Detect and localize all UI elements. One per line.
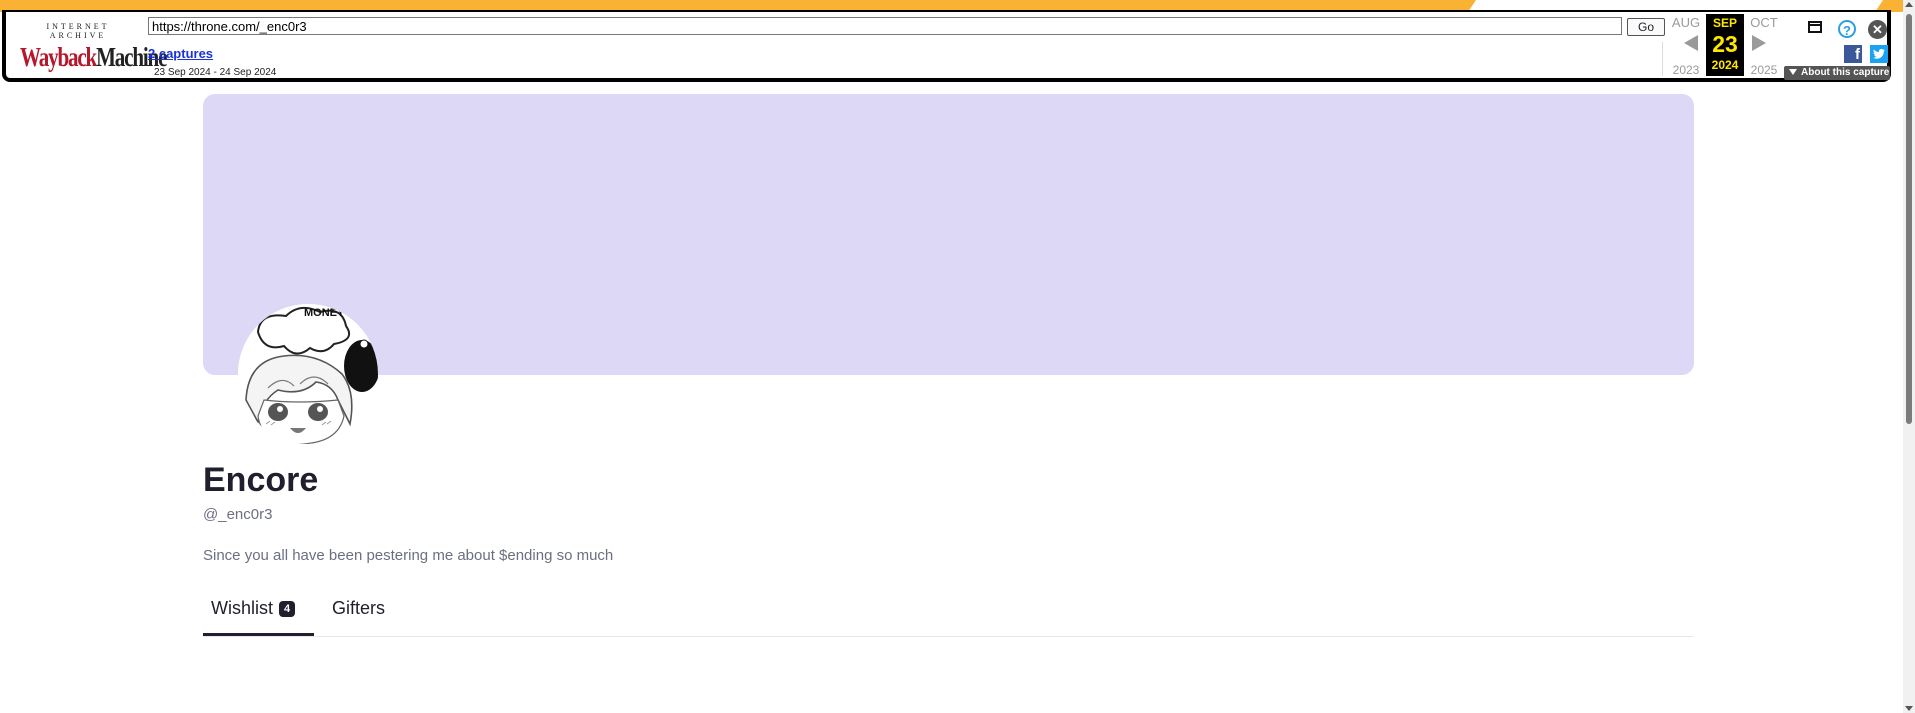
page-scrollbar[interactable] — [1903, 0, 1915, 713]
tab-wishlist[interactable]: Wishlist 4 — [211, 598, 295, 619]
twitter-bird-glyph — [1873, 48, 1885, 59]
wishlist-count-badge: 4 — [279, 601, 295, 617]
profile-banner — [203, 94, 1694, 375]
prev-month-label: AUG — [1671, 15, 1701, 30]
current-day-label: 23 — [1712, 31, 1738, 57]
scroll-up-arrow-icon[interactable] — [1905, 2, 1913, 7]
next-year-label[interactable]: 2025 — [1744, 63, 1784, 77]
tab-wishlist-label: Wishlist — [211, 598, 273, 618]
avatar-drawing: MONEY — [238, 304, 378, 444]
avatar: MONEY — [238, 304, 378, 444]
about-capture-label: About this capture — [1801, 67, 1890, 78]
capture-date-range: 23 Sep 2024 - 24 Sep 2024 — [154, 67, 277, 78]
profile-name: Encore — [203, 461, 319, 499]
wayback-url-input[interactable] — [148, 17, 1622, 35]
captures-link[interactable]: 2 captures — [148, 46, 213, 61]
next-month-label: OCT — [1750, 15, 1778, 30]
tab-gifters[interactable]: Gifters — [332, 598, 385, 619]
current-year-label: 2024 — [1711, 58, 1739, 72]
logo-wayback-machine: WaybackMachine — [20, 42, 167, 72]
active-tab-indicator — [203, 633, 314, 636]
current-month-label: SEP — [1712, 16, 1737, 30]
wayback-go-button[interactable]: Go — [1627, 18, 1665, 36]
wayback-logo[interactable]: INTERNET ARCHIVE WaybackMachine — [20, 22, 167, 74]
prev-year-label[interactable]: 2023 — [1666, 63, 1706, 77]
scroll-down-arrow-icon[interactable] — [1905, 706, 1913, 711]
prev-month-link[interactable]: AUG 2023 — [1666, 14, 1706, 77]
about-capture-button[interactable]: About this capture — [1784, 66, 1890, 80]
help-icon[interactable]: ? — [1838, 20, 1856, 38]
current-capture-date: SEP 23 2024 — [1706, 14, 1744, 76]
close-icon[interactable]: ✕ — [1868, 20, 1887, 39]
profile-handle: @_enc0r3 — [203, 506, 273, 523]
prev-capture-arrow-icon[interactable] — [1684, 35, 1698, 51]
scrollbar-thumb[interactable] — [1906, 14, 1912, 424]
profile-bio: Since you all have been pestering me abo… — [203, 547, 614, 564]
dropdown-triangle-icon — [1789, 69, 1797, 76]
profile-tabs: Wishlist 4 Gifters — [203, 590, 1694, 637]
twitter-icon[interactable] — [1870, 45, 1888, 63]
next-month-link[interactable]: OCT 2025 — [1744, 14, 1784, 77]
wayback-toolbar: INTERNET ARCHIVE WaybackMachine Go 2 cap… — [2, 10, 1891, 82]
facebook-icon[interactable]: f — [1844, 45, 1862, 63]
logo-internet-archive: INTERNET ARCHIVE — [46, 22, 110, 40]
next-capture-arrow-icon[interactable] — [1752, 35, 1766, 51]
logo-word-wayback: Wayback — [20, 42, 97, 72]
calendar-divider — [1662, 42, 1663, 76]
calendar-icon[interactable] — [1808, 21, 1822, 33]
